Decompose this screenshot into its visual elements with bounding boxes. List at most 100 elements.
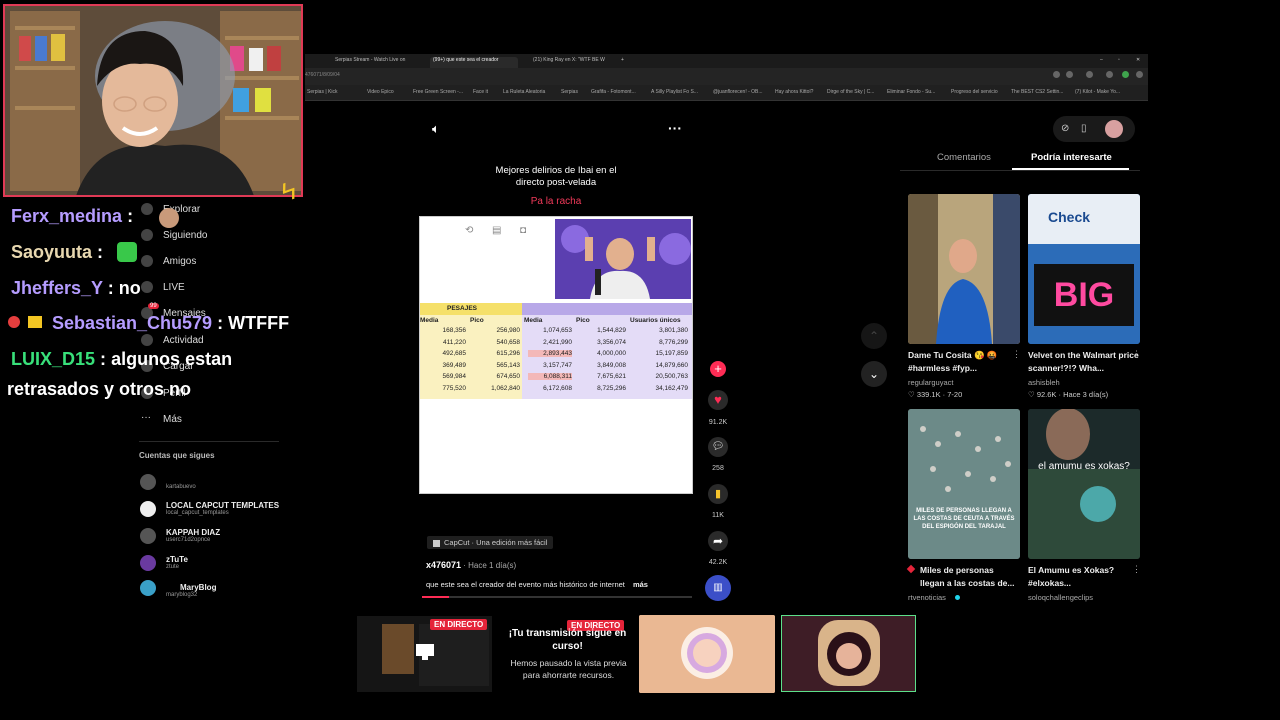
maximize-icon[interactable]: ▫ xyxy=(1118,57,1120,68)
extensions-icon[interactable] xyxy=(1086,71,1093,78)
zoom-icon[interactable] xyxy=(1053,71,1060,78)
video-thumbnail[interactable] xyxy=(908,194,1020,344)
account-name[interactable]: LOCAL CAPCUT TEMPLATES xyxy=(166,501,279,510)
video-author[interactable]: soloqchallengeclips xyxy=(1028,593,1093,602)
avatar[interactable] xyxy=(140,555,156,571)
sidebar-item-activity[interactable]: Actividad xyxy=(163,335,204,346)
sheet-cell: 540,658 xyxy=(496,338,521,346)
new-tab-icon[interactable]: + xyxy=(621,57,629,68)
account-name[interactable]: MaryBlog xyxy=(180,583,216,592)
video-author[interactable]: regularguyact xyxy=(908,378,953,387)
capcut-badge[interactable]: CapCut · Una edición más fácil xyxy=(427,536,554,549)
video-more-icon[interactable]: ⋮ xyxy=(1132,564,1141,575)
avatar[interactable] xyxy=(140,580,156,596)
chat-text: WTFFF xyxy=(228,313,290,333)
sheet-col-header: Pico xyxy=(576,317,590,324)
like-heart-icon[interactable]: ♥ xyxy=(708,390,728,410)
bookmark[interactable]: The BEST CS2 Settin... xyxy=(1011,89,1063,95)
bookmark[interactable]: Video Epico xyxy=(367,89,394,95)
avatar[interactable] xyxy=(140,528,156,544)
no-entry-icon[interactable]: ⊘ xyxy=(1061,123,1069,134)
camera-icon: ◘ xyxy=(520,225,527,236)
avatar[interactable] xyxy=(140,501,156,517)
friends-icon xyxy=(141,255,153,267)
account-name[interactable]: KAPPAH DIAZ xyxy=(166,528,220,537)
profile-icon[interactable] xyxy=(1122,71,1129,78)
bookmark[interactable]: Eliminar Fondo - Su... xyxy=(887,89,935,95)
bookmark[interactable]: La Ruleta Aleatoria xyxy=(503,89,545,95)
verified-icon xyxy=(955,595,960,600)
bookmark[interactable]: Serpias | Kick xyxy=(307,89,337,95)
bookmark[interactable]: @juanflorecen! - OB... xyxy=(713,89,763,95)
bookmark[interactable]: Dirge of the Sky | C... xyxy=(827,89,874,95)
bookmark[interactable]: Face it xyxy=(473,89,488,95)
bookmark[interactable]: Free Green Screen -... xyxy=(413,89,463,95)
sidebar-item-friends[interactable]: Amigos xyxy=(163,256,196,267)
bookmark[interactable]: Hay ahora Kittol? xyxy=(775,89,813,95)
streamer-card[interactable] xyxy=(639,615,775,693)
chat-username: Sebastian_Chu579 xyxy=(52,313,213,333)
user-avatar[interactable] xyxy=(1105,120,1123,138)
video-thumbnail[interactable]: el amumu es xokas? xyxy=(1028,409,1140,559)
sheet-cell: 6,172,608 xyxy=(543,384,572,392)
bookmark[interactable]: A Silly Playlist Fo S... xyxy=(651,89,698,95)
browser-tab-active[interactable]: (99+) que este sea el creador xyxy=(430,57,518,68)
caption-more-link[interactable]: más xyxy=(633,580,648,589)
chat-username: Jheffers_Y xyxy=(11,278,103,298)
streamer-card-selected[interactable] xyxy=(781,615,916,692)
video-author-line: x476071 · Hace 1 día(s) xyxy=(426,560,516,570)
bookmark-icon[interactable]: ▮ xyxy=(708,484,728,504)
follow-plus-icon[interactable]: + xyxy=(710,361,726,377)
video-more-icon[interactable]: ⋮ xyxy=(1012,349,1021,360)
comment-icon[interactable]: 💬︎ xyxy=(708,437,728,457)
account-handle: ztute xyxy=(166,564,180,570)
video-title[interactable]: Velvet on the Walmart price scanner!?!? … xyxy=(1028,349,1140,375)
video-author[interactable]: ashisbleh xyxy=(1028,378,1060,387)
close-window-icon[interactable]: ✕ xyxy=(1136,57,1140,68)
url-text: 476071/8/09/04 xyxy=(305,72,340,78)
music-disc-icon[interactable]: ▥ xyxy=(705,575,731,601)
share-arrow-icon[interactable]: ➦ xyxy=(708,531,728,551)
phone-icon[interactable]: ▯ xyxy=(1081,123,1087,134)
video-stats-text: 339.1K · 7-20 xyxy=(916,390,963,399)
volume-icon[interactable]: 🔈︎ xyxy=(432,121,440,137)
sidebar-item-following[interactable]: Siguiendo xyxy=(163,230,207,241)
video-progress-fill xyxy=(422,596,449,598)
stream-preview[interactable]: EN DIRECTO xyxy=(357,616,492,692)
minimize-icon[interactable]: – xyxy=(1100,57,1103,68)
account-name[interactable]: zTuTe xyxy=(166,555,188,564)
previous-video-icon[interactable]: ⌃ xyxy=(861,323,887,349)
browser-tab[interactable]: Serpias Stream - Watch Live on xyxy=(335,57,425,68)
bookmark[interactable]: Progreso del servicio xyxy=(951,89,998,95)
video-author[interactable]: x476071 xyxy=(426,560,461,570)
video-title[interactable]: Miles de personas llegan a las costas de… xyxy=(920,564,1020,590)
video-title[interactable]: Dame Tu Cosita 😘 🤬 #harmless #fyp... xyxy=(908,349,1020,375)
tab-might-interest[interactable]: Podría interesarte xyxy=(1031,152,1112,163)
video-author[interactable]: rtvenoticias xyxy=(908,593,946,602)
chat-message: LUIX_D15 : algunos estan xyxy=(11,349,232,370)
sidebar-item-more[interactable]: Más xyxy=(163,414,182,425)
more-options-icon[interactable]: ··· xyxy=(668,120,682,136)
tab-comments[interactable]: Comentarios xyxy=(937,152,991,163)
address-bar[interactable]: 476071/8/09/04 xyxy=(305,68,1148,85)
video-more-icon[interactable]: ⋮ xyxy=(1132,349,1141,360)
sheet-cell: 15,197,859 xyxy=(655,350,688,357)
bookmark[interactable]: Serpias xyxy=(561,89,578,95)
video-thumbnail[interactable]: MILES DE PERSONAS LLEGAN A LAS COSTAS DE… xyxy=(908,409,1020,559)
bookmark[interactable]: Grafifa - Fotomont... xyxy=(591,89,636,95)
browser-tab[interactable]: (21) King Ray en X: "WTF BE W xyxy=(533,57,618,68)
next-video-icon[interactable]: ⌄ xyxy=(861,361,887,387)
download-icon[interactable] xyxy=(1106,71,1113,78)
sheet-cell: 34,162,479 xyxy=(655,384,688,392)
sheet-cell: 3,157,747 xyxy=(543,361,572,369)
sheet-col-header: Usuarios únicos xyxy=(630,317,681,324)
streamer-avatar-image xyxy=(639,615,775,693)
bookmark[interactable]: (7) Kilot - Make Yo... xyxy=(1075,89,1120,95)
bookmark-star-icon[interactable] xyxy=(1066,71,1073,78)
sidebar-item-live[interactable]: LIVE xyxy=(163,282,185,293)
video-title[interactable]: El Amumu es Xokas? #elxokas... xyxy=(1028,564,1140,590)
video-thumbnail[interactable]: BIG Check xyxy=(1028,194,1140,344)
video-progress-track[interactable] xyxy=(422,596,692,598)
menu-icon[interactable] xyxy=(1136,71,1143,78)
avatar[interactable] xyxy=(140,474,156,490)
